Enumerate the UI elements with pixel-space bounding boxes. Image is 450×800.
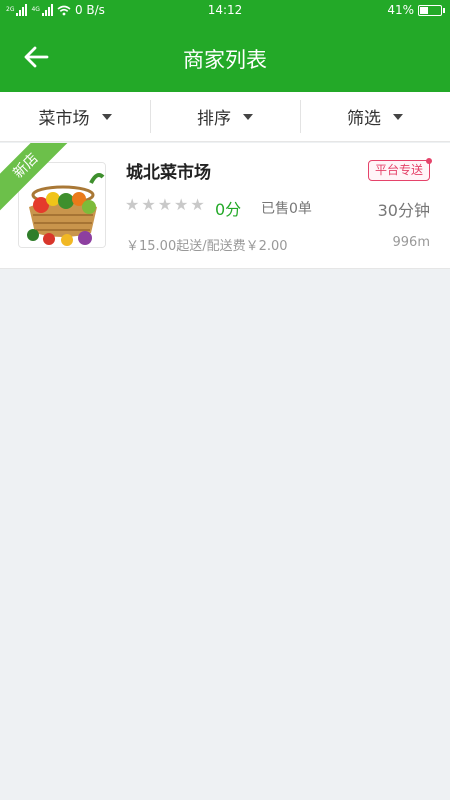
sold-count: 已售0单 <box>261 201 312 217</box>
status-bar: 2G 4G 0 B/s 14:12 41% <box>0 0 450 22</box>
filter-sort-dropdown[interactable]: 排序 <box>150 92 300 141</box>
filter-screen-dropdown[interactable]: 筛选 <box>300 92 450 141</box>
star-icon: ★ <box>190 195 205 214</box>
shop-card[interactable]: 新店 城北菜市场 平台专送 ★ ★ ★ ★ ★ 0分 已售0单 30分钟 ￥15… <box>0 143 450 269</box>
shop-list: 新店 城北菜市场 平台专送 ★ ★ ★ ★ ★ 0分 已售0单 30分钟 ￥15… <box>0 143 450 269</box>
status-right: 41% <box>387 3 445 17</box>
battery-percent: 41% <box>387 3 414 17</box>
rating-stars: ★ ★ ★ ★ ★ <box>125 196 205 214</box>
filter-bar: 菜市场 排序 筛选 <box>0 92 450 142</box>
caret-down-icon <box>393 113 403 120</box>
filter-sort-label: 排序 <box>197 109 231 129</box>
page-title: 商家列表 <box>183 48 267 72</box>
distance: 996m <box>392 235 430 250</box>
shop-name: 城北菜市场 <box>126 163 211 183</box>
status-time: 14:12 <box>207 3 243 17</box>
filter-screen-label: 筛选 <box>347 109 381 129</box>
delivery-tag: 平台专送 <box>367 158 433 181</box>
min-order-and-fee: ￥15.00起送/配送费￥2.00 <box>126 239 288 254</box>
caret-down-icon <box>243 113 253 120</box>
app-bar: 商家列表 <box>0 22 450 92</box>
rating-score: 0分 <box>215 200 242 219</box>
star-icon: ★ <box>125 195 140 214</box>
star-icon: ★ <box>174 195 189 214</box>
filter-category-dropdown[interactable]: 菜市场 <box>0 92 150 141</box>
battery-fill <box>420 6 428 14</box>
delivery-time: 30分钟 <box>377 201 430 220</box>
star-icon: ★ <box>141 195 156 214</box>
star-icon: ★ <box>157 195 173 214</box>
caret-down-icon <box>101 113 112 120</box>
battery-icon <box>418 4 445 16</box>
filter-category-label: 菜市场 <box>38 109 90 129</box>
